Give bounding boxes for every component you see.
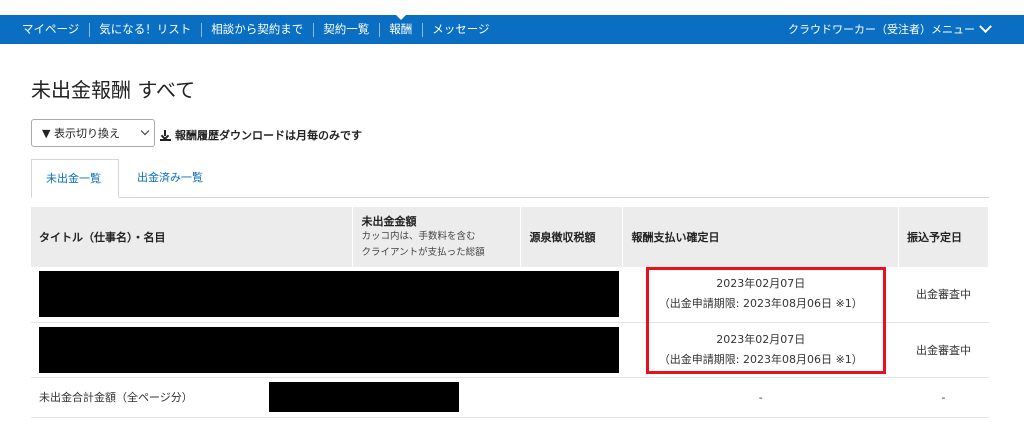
redacted-block (268, 382, 459, 412)
redacted-block (39, 326, 619, 373)
header-amount-note-1: カッコ内は、手数料を含む (361, 231, 476, 242)
redacted-cell (31, 322, 623, 378)
nav-item-rewards[interactable]: 報酬 (379, 14, 422, 44)
confirm-date: 2023年02月07日 (716, 277, 806, 291)
status-badge: 出金審査中 (898, 322, 989, 378)
total-transfer: - (898, 377, 989, 418)
top-navigation-bar: マイページ 気になる！リスト 相談から契約まで 契約一覧 報酬 メッセージ クラ… (0, 14, 1024, 44)
confirm-date: 2023年02月07日 (716, 332, 806, 346)
header-withholding-tax: 源泉徴収税額 (520, 207, 624, 267)
chevron-down-icon (979, 20, 992, 34)
tab-unwithdrawn[interactable]: 未出金一覧 (31, 159, 119, 198)
nav-item-mypage[interactable]: マイページ (22, 15, 89, 44)
nav-list: マイページ 気になる！リスト 相談から契約まで 契約一覧 報酬 メッセージ (22, 14, 500, 44)
total-redacted-cell (268, 377, 623, 418)
tab-bar: 未出金一覧 出金済み一覧 (31, 159, 989, 198)
table-row: 2023年02月07日 （出金申請期限: 2023年08月06日 ※1） 出金審… (31, 322, 989, 378)
display-switch-select[interactable]: ▼ 表示切り換え (31, 119, 155, 147)
tab-withdrawn[interactable]: 出金済み一覧 (123, 159, 217, 197)
redacted-block (39, 271, 619, 318)
page-title: 未出金報酬 すべて (31, 78, 196, 102)
download-icon (160, 129, 171, 141)
nav-item-messages[interactable]: メッセージ (422, 15, 499, 44)
download-history-link[interactable]: 報酬履歴ダウンロードは月毎のみです (160, 127, 362, 143)
header-title: タイトル（仕事名）・名目 (31, 207, 354, 267)
download-text: 報酬履歴ダウンロードは月毎のみです (175, 129, 362, 142)
display-switch-label: ▼ 表示切り換え (42, 127, 120, 140)
header-amount-note-2: クライアントが支払った総額 (361, 247, 485, 258)
confirm-date-cell: 2023年02月07日 （出金申請期限: 2023年08月06日 ※1） (622, 322, 899, 378)
header-amount: 未出金金額 カッコ内は、手数料を含む クライアントが支払った総額 (352, 207, 522, 267)
table-row: 2023年02月07日 （出金申請期限: 2023年08月06日 ※1） 出金審… (31, 267, 989, 323)
rewards-table: タイトル（仕事名）・名目 未出金金額 カッコ内は、手数料を含む クライアントが支… (31, 207, 989, 418)
header-transfer-date: 振込予定日 (898, 207, 989, 267)
status-badge: 出金審査中 (898, 267, 989, 323)
worker-menu-dropdown[interactable]: クラウドワーカー（受注者）メニュー (788, 15, 992, 44)
nav-item-favorites[interactable]: 気になる！リスト (89, 15, 201, 44)
withdraw-deadline: （出金申請期限: 2023年08月06日 ※1） (658, 297, 863, 311)
nav-item-consult-to-contract[interactable]: 相談から契約まで (201, 15, 313, 44)
table-header-row: タイトル（仕事名）・名目 未出金金額 カッコ内は、手数料を含む クライアントが支… (31, 207, 989, 267)
worker-menu-label: クラウドワーカー（受注者）メニュー (788, 23, 975, 36)
withdraw-deadline: （出金申請期限: 2023年08月06日 ※1） (658, 352, 863, 366)
confirm-date-cell: 2023年02月07日 （出金申請期限: 2023年08月06日 ※1） (622, 267, 899, 323)
total-row: 未出金合計金額（全ページ分） - - (31, 377, 989, 418)
total-confirm: - (622, 377, 899, 418)
redacted-cell (31, 267, 623, 323)
header-confirm-date: 報酬支払い確定日 (622, 207, 900, 267)
header-amount-label: 未出金金額 (361, 215, 417, 228)
nav-item-contracts[interactable]: 契約一覧 (313, 15, 379, 44)
chevron-down-icon (140, 126, 150, 136)
total-label: 未出金合計金額（全ページ分） (39, 391, 193, 404)
